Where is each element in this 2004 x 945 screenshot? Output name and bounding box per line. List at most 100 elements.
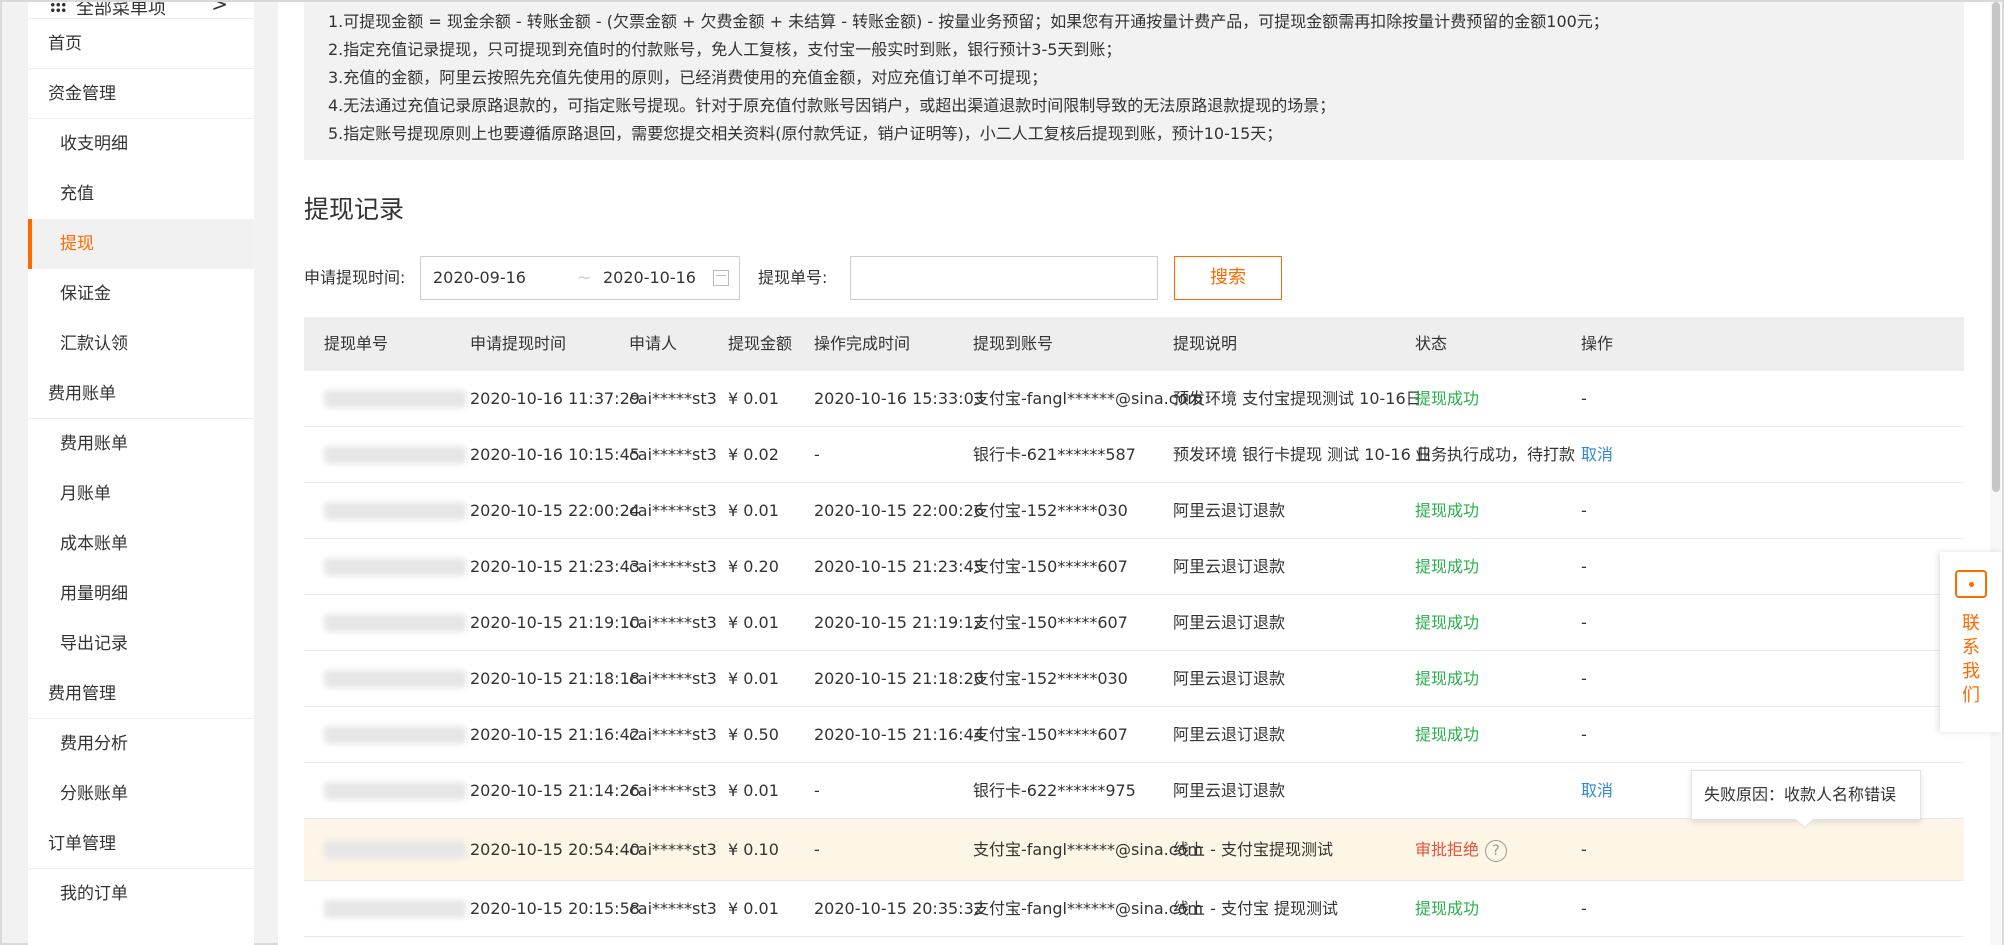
table-cell: ¥ 0.20 — [728, 539, 779, 595]
sidebar-item[interactable]: 我的订单 — [28, 869, 254, 919]
search-button[interactable]: 搜索 — [1174, 256, 1282, 300]
column-header: 操作完成时间 — [814, 334, 911, 353]
table-row[interactable]: 2020-10-16 10:15:45 cai*****st3 ¥ 0.02 - 银行卡… — [304, 427, 1964, 483]
cell-text: ¥ 0.10 — [728, 840, 779, 859]
redacted-withdraw-no — [324, 841, 466, 859]
cell-text: cai*****st3 — [629, 669, 717, 688]
cell-text: 2020-10-15 20:15:58 — [470, 899, 640, 918]
contact-char: 联 — [1962, 613, 1980, 634]
table-cell: 提现成功 — [1415, 595, 1479, 651]
cell-text: cai*****st3 — [629, 725, 717, 744]
cell-text: 线上 - 支付宝提现测试 — [1173, 840, 1333, 859]
table-cell: - — [814, 763, 820, 819]
table-cell: 支付宝-152*****030 — [973, 483, 1128, 539]
cell-text: - — [814, 840, 820, 859]
table-row[interactable]: 2020-10-15 20:15:58 cai*****st3 ¥ 0.01 2020… — [304, 881, 1964, 937]
cell-text: 支付宝-152*****030 — [973, 669, 1128, 688]
table-cell: cai*****st3 — [629, 763, 717, 819]
sidebar-item[interactable]: 费用管理 — [28, 669, 254, 719]
table-cell: 阿里云退订退款 — [1173, 763, 1285, 819]
sidebar-item[interactable]: 月账单 — [28, 469, 254, 519]
cell-text: - — [1581, 840, 1587, 859]
grid-icon — [50, 2, 66, 14]
table-cell: - — [1581, 539, 1587, 595]
cell-text: - — [1581, 557, 1587, 576]
notice-line: 5.指定账号提现原则上也要遵循原路退回，需要您提交相关资料(原付款凭证，销户证明… — [328, 124, 1283, 143]
table-body: 2020-10-16 11:37:29 cai*****st3 ¥ 0.01 2020… — [304, 371, 1964, 937]
table-row[interactable]: 2020-10-15 21:16:42 cai*****st3 ¥ 0.50 2020… — [304, 707, 1964, 763]
sidebar-item[interactable]: 收支明细 — [28, 119, 254, 169]
cell-text: 2020-10-15 20:54:40 — [470, 840, 640, 859]
date-start-value[interactable]: 2020-09-16 — [433, 268, 526, 287]
table-cell: 阿里云退订退款 — [1173, 595, 1285, 651]
sidebar-item[interactable]: 汇款认领 — [28, 319, 254, 369]
table-cell: 2020-10-15 21:14:26 — [470, 763, 640, 819]
sidebar-item[interactable]: 费用账单 — [28, 419, 254, 469]
table-cell: ¥ 0.01 — [728, 595, 779, 651]
contact-us-widget[interactable]: 联 系 我 们 — [1940, 552, 2002, 732]
sidebar-item[interactable]: 导出记录 — [28, 619, 254, 669]
table-cell: ¥ 0.10 — [728, 819, 779, 881]
date-range-picker[interactable]: 2020-09-16 ~ 2020-10-16 — [420, 256, 740, 300]
scrollbar-thumb[interactable] — [1992, 2, 2000, 492]
cell-text: 2020-10-15 22:00:26 — [814, 501, 984, 520]
table-cell: - — [1581, 651, 1587, 707]
table-row[interactable]: 2020-10-16 11:37:29 cai*****st3 ¥ 0.01 2020… — [304, 371, 1964, 427]
sidebar-item[interactable]: 资金管理 — [28, 69, 254, 119]
table-cell: 2020-10-15 21:16:44 — [814, 707, 984, 763]
sidebar-item[interactable]: 费用分析 — [28, 719, 254, 769]
table-cell: 预发环境 银行卡提现 测试 10-16 日 — [1173, 427, 1432, 483]
table-row[interactable]: 2020-10-15 21:18:18 cai*****st3 ¥ 0.01 2020… — [304, 651, 1964, 707]
sidebar-item[interactable]: 成本账单 — [28, 519, 254, 569]
cell-text: 提现成功 — [1415, 725, 1480, 744]
help-icon[interactable]: ? — [1485, 839, 1508, 862]
all-menu-toggle[interactable]: 全部菜单项 > — [28, 2, 254, 19]
table-cell: - — [1581, 483, 1587, 539]
cell-text: cai*****st3 — [629, 501, 717, 520]
table-cell: 线上 - 支付宝提现测试 — [1173, 819, 1333, 881]
sidebar-item[interactable]: 用量明细 — [28, 569, 254, 619]
cell-text: 2020-10-15 21:16:44 — [814, 725, 984, 744]
table-cell: 提现成功 — [1415, 707, 1479, 763]
sidebar-item[interactable]: 保证金 — [28, 269, 254, 319]
cell-text: 阿里云退订退款 — [1173, 669, 1286, 688]
cell-text: ¥ 0.01 — [728, 781, 779, 800]
page-scrollbar[interactable] — [1990, 2, 2002, 945]
cell-text: 提现成功 — [1415, 557, 1480, 576]
notice-box: 1.可提现金额 = 现金余额 - 转账金额 - (欠票金额 + 欠费金额 + 未… — [304, 2, 1964, 160]
sidebar-item[interactable]: 费用账单 — [28, 369, 254, 419]
cell-text: cai*****st3 — [629, 899, 717, 918]
sidebar-item[interactable]: 分账账单 — [28, 769, 254, 819]
table-header: 提现单号 申请提现时间 申请人 提现金额 操作完成时间 提现到账号 提现说明 状态 操作 — [304, 317, 1964, 371]
cell-text: - — [814, 781, 820, 800]
cell-text: 阿里云退订退款 — [1173, 781, 1286, 800]
redacted-withdraw-no — [324, 670, 466, 688]
column-header: 操作 — [1581, 334, 1614, 353]
redacted-withdraw-no — [324, 614, 466, 632]
cancel-link[interactable]: 取消 — [1581, 427, 1613, 483]
sidebar-item[interactable]: 充值 — [28, 169, 254, 219]
table-row[interactable]: 2020-10-15 20:54:40 cai*****st3 ¥ 0.10 - 支付宝… — [304, 819, 1964, 881]
table-cell: cai*****st3 — [629, 819, 717, 881]
table-row[interactable]: 2020-10-15 21:19:10 cai*****st3 ¥ 0.01 2020… — [304, 595, 1964, 651]
calendar-icon[interactable] — [713, 270, 729, 286]
cell-text: ¥ 0.01 — [728, 389, 779, 408]
table-cell: 2020-10-15 21:16:42 — [470, 707, 640, 763]
cell-text: ¥ 0.01 — [728, 613, 779, 632]
cell-text: cai*****st3 — [629, 557, 717, 576]
column-header: 提现到账号 — [973, 334, 1054, 353]
date-end-value[interactable]: 2020-10-16 — [603, 268, 696, 287]
cell-text: 2020-10-15 21:14:26 — [470, 781, 640, 800]
table-cell: 业务执行成功，待打款 — [1415, 427, 1575, 483]
table-row[interactable]: 2020-10-15 21:23:43 cai*****st3 ¥ 0.20 2020… — [304, 539, 1964, 595]
table-row[interactable]: 2020-10-15 22:00:24 cai*****st3 ¥ 0.01 2020… — [304, 483, 1964, 539]
app-frame: 全部菜单项 > 首页 资金管理 收支明细 充值 提现 保证金 汇款认领 费用账单 费用账单 月账单… — [0, 0, 2004, 945]
cell-text: ¥ 0.02 — [728, 445, 779, 464]
cancel-link[interactable]: 取消 — [1581, 763, 1613, 819]
withdraw-no-input[interactable] — [850, 256, 1158, 300]
table-cell: 2020-10-15 21:23:43 — [470, 539, 640, 595]
sidebar-item[interactable]: 订单管理 — [28, 819, 254, 869]
sidebar-item[interactable]: 首页 — [28, 19, 254, 69]
cell-text: 审批拒绝 — [1415, 840, 1480, 859]
sidebar-item[interactable]: 提现 — [28, 219, 254, 269]
